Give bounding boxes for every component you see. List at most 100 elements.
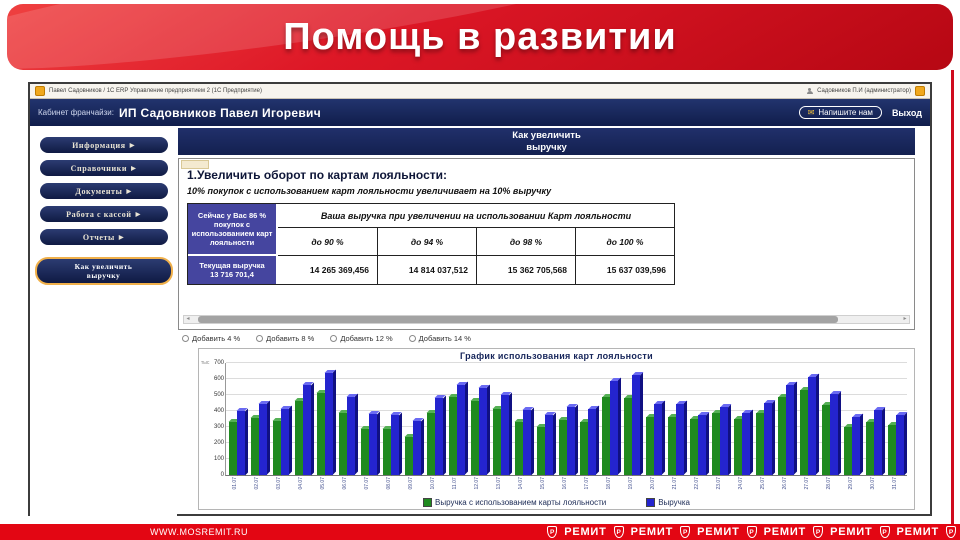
bar-group [578,363,600,475]
bar-group [665,363,687,475]
green-bar [361,429,369,475]
radio-circle-icon[interactable] [330,335,337,342]
legend-swatch-icon [646,498,655,507]
table-col-header: до 98 % [476,228,575,255]
bar-side-face [640,372,643,475]
radio-circle-icon[interactable] [256,335,263,342]
green-bar [624,398,632,475]
blue-bar [720,407,728,475]
chevron-right-icon: ▶ [130,142,135,149]
radio-add-percent[interactable]: Добавить 8 % [256,334,314,343]
x-tick-label: 20.07 [642,477,664,490]
x-tick-text: 12.07 [475,477,480,490]
section-subheading: 10% покупок с использованием карт лояльн… [187,186,551,196]
radio-add-percent[interactable]: Добавить 4 % [182,334,240,343]
slide-footer: WWW.MOSREMIT.RU РРЕМИТРРЕМИТРРЕМИТРРЕМИТ… [0,524,960,540]
sidebar-item[interactable]: Отчеты▶ [40,229,168,245]
scroll-left-icon[interactable]: ◂ [184,316,192,323]
blue-bar [457,385,465,475]
green-bar [251,418,259,475]
exit-button[interactable]: Выход [892,108,922,118]
bar-group [599,363,621,475]
scroll-right-icon[interactable]: ▸ [901,316,909,323]
radio-circle-icon[interactable] [409,335,416,342]
brand-shield-icon: Р [747,526,757,538]
bar-group [512,363,534,475]
bar-group [621,363,643,475]
bar-side-face [267,401,270,475]
legend-item: Выручка с использованием карты лояльност… [423,498,606,507]
x-tick-label: 12.07 [467,477,489,490]
bar-side-face [882,407,885,475]
table-value: 15 637 039,596 [575,256,674,284]
sidebar-item[interactable]: Документы▶ [40,183,168,199]
radio-add-percent[interactable]: Добавить 14 % [409,334,471,343]
bar-group [358,363,380,475]
blue-bar [764,403,772,475]
y-tick-label: 700 [214,360,224,366]
bar-group [643,363,665,475]
blue-bar [830,394,838,475]
green-bar [580,422,588,475]
chevron-right-icon: ▶ [126,188,131,195]
x-tick-label: 22.07 [686,477,708,490]
radio-label: Добавить 14 % [419,334,471,343]
x-tick-label: 21.07 [664,477,686,490]
blue-bar [391,415,399,475]
bar-group [446,363,468,475]
green-bar [515,422,523,475]
bar-group [841,363,863,475]
user-icon [806,88,813,95]
chart-title: График использования карт лояльности [199,351,914,361]
1c-badge-icon [915,86,925,96]
horizontal-scrollbar[interactable]: ◂ ▸ [183,315,910,324]
brand-name: РЕМИТ [697,526,739,538]
x-tick-text: 02.07 [255,477,260,490]
blue-bar [413,421,421,475]
sidebar-item[interactable]: Работа с кассой▶ [40,206,168,222]
write-us-label: Напишите нам [818,108,873,117]
blue-bar [369,414,377,475]
blue-bar [632,375,640,475]
green-bar [888,425,896,475]
x-tick-label: 27.07 [796,477,818,490]
radio-circle-icon[interactable] [182,335,189,342]
radio-label: Добавить 4 % [192,334,240,343]
x-tick-text: 04.07 [299,477,304,490]
current-revenue-value: 13 716 701,4 [189,270,275,279]
blue-bar [237,411,245,475]
x-tick-label: 11.07 [445,477,467,490]
green-bar [317,393,325,475]
x-tick-label: 01.07 [225,477,247,490]
bar-side-face [421,418,424,475]
y-tick-label: 100 [214,456,224,462]
scrollbar-thumb[interactable] [198,316,838,323]
sidebar-item[interactable]: Справочники▶ [40,160,168,176]
table-column-headers: до 90 %до 94 %до 98 %до 100 % [278,228,674,256]
radio-add-percent[interactable]: Добавить 12 % [330,334,392,343]
bar-side-face [465,382,468,475]
bar-side-face [355,394,358,475]
app-window: Павел Садовников / 1С ERP Управление пре… [28,82,932,516]
bar-side-face [289,406,292,475]
x-tick-label: 19.07 [620,477,642,490]
green-bar [602,397,610,475]
x-tick-text: 10.07 [431,477,436,490]
brand-name: РЕМИТ [897,526,939,538]
bar-side-face [377,411,380,475]
page-title-line1: Как увеличить [178,130,915,142]
x-tick-text: 29.07 [849,477,854,490]
revenue-table: Сейчас у Вас 86 % покупок с использовани… [187,203,675,285]
bar-group [490,363,512,475]
highlight-label-line2: выручку [37,271,171,280]
x-tick-text: 30.07 [871,477,876,490]
section-heading: 1.Увеличить оборот по картам лояльности: [187,168,447,182]
write-us-button[interactable]: ✉ Напишите нам [799,106,882,119]
brand-shield-icon: Р [680,526,690,538]
sidebar-item[interactable]: Информация▶ [40,137,168,153]
bar-group [402,363,424,475]
bar-side-face [794,382,797,475]
x-tick-label: 16.07 [555,477,577,490]
sidebar-item-increase-revenue[interactable]: Как увеличить выручку [35,257,173,285]
x-tick-text: 16.07 [563,477,568,490]
